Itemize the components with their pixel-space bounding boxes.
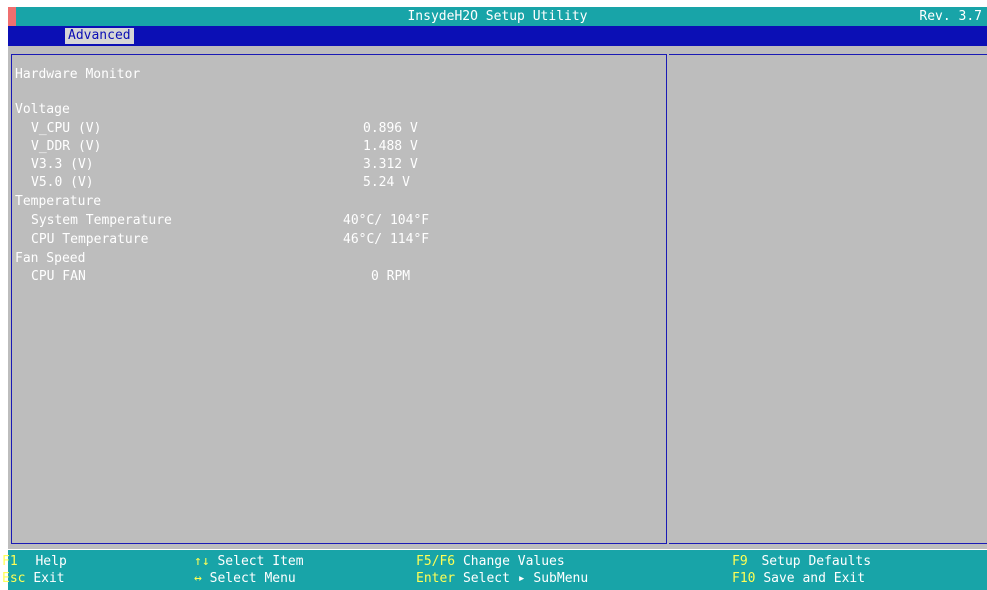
key-label: F5/F6 bbox=[416, 554, 456, 569]
key-help: F1 Help bbox=[2, 554, 67, 570]
section-heading-fan-speed: Fan Speed bbox=[15, 251, 86, 266]
section-heading-voltage: Voltage bbox=[15, 102, 70, 117]
menu-bar: Advanced bbox=[8, 26, 987, 46]
key-desc: Setup Defaults bbox=[761, 554, 872, 569]
item-label-system-temperature: System Temperature bbox=[31, 213, 172, 228]
key-desc: Select ▸ SubMenu bbox=[462, 571, 589, 586]
key-desc: Select Item bbox=[217, 554, 304, 569]
item-value-v-cpu: 0.896 V bbox=[363, 121, 418, 136]
arrow-up-down-icon: ↑↓ bbox=[194, 554, 210, 569]
revision-label: Rev. 3.7 bbox=[919, 9, 982, 24]
title-bar: InsydeH2O Setup Utility Rev. 3.7 bbox=[8, 7, 987, 26]
key-label: Enter bbox=[416, 571, 456, 586]
key-exit: Esc Exit bbox=[2, 571, 65, 587]
item-label-cpu-temperature: CPU Temperature bbox=[31, 232, 149, 247]
key-select-item: ↑↓ Select Item bbox=[194, 554, 304, 570]
title-marker bbox=[8, 7, 16, 26]
item-value-cpu-fan: 0 RPM bbox=[371, 269, 411, 284]
key-label: Esc bbox=[2, 571, 26, 586]
key-desc: Exit bbox=[33, 571, 65, 586]
key-label: F1 bbox=[2, 554, 18, 569]
help-panel bbox=[669, 54, 987, 544]
app-title: InsydeH2O Setup Utility bbox=[407, 9, 588, 24]
key-label: F10 bbox=[732, 571, 756, 586]
key-desc: Change Values bbox=[462, 554, 565, 569]
item-value-v-ddr: 1.488 V bbox=[363, 139, 418, 154]
key-desc: Help bbox=[35, 554, 67, 569]
settings-panel: Hardware Monitor Voltage V_CPU (V) 0.896… bbox=[11, 54, 667, 544]
item-label-v3-3: V3.3 (V) bbox=[31, 157, 94, 172]
section-heading-temperature: Temperature bbox=[15, 194, 102, 209]
page-title: Hardware Monitor bbox=[15, 67, 141, 82]
key-desc: Save and Exit bbox=[763, 571, 866, 586]
key-select-menu: ↔ Select Menu bbox=[194, 571, 296, 587]
item-label-v5-0: V5.0 (V) bbox=[31, 175, 94, 190]
key-select-submenu: Enter Select ▸ SubMenu bbox=[416, 571, 588, 587]
key-legend-bar: F1 Help Esc Exit ↑↓ Select Item ↔ Select… bbox=[2, 550, 987, 590]
item-label-cpu-fan: CPU FAN bbox=[31, 269, 86, 284]
item-value-v5-0: 5.24 V bbox=[363, 175, 410, 190]
key-setup-defaults: F9 Setup Defaults bbox=[732, 554, 871, 570]
key-label: F9 bbox=[732, 554, 748, 569]
tab-advanced[interactable]: Advanced bbox=[65, 28, 134, 44]
item-value-system-temperature: 40°C/ 104°F bbox=[343, 213, 430, 228]
key-save-exit: F10 Save and Exit bbox=[732, 571, 865, 587]
arrow-left-right-icon: ↔ bbox=[194, 571, 202, 586]
item-value-cpu-temperature: 46°C/ 114°F bbox=[343, 232, 430, 247]
item-label-v-ddr: V_DDR (V) bbox=[31, 139, 102, 154]
item-label-v-cpu: V_CPU (V) bbox=[31, 121, 102, 136]
main-area: Hardware Monitor Voltage V_CPU (V) 0.896… bbox=[8, 46, 987, 549]
item-value-v3-3: 3.312 V bbox=[363, 157, 418, 172]
key-change-values: F5/F6 Change Values bbox=[416, 554, 565, 570]
key-desc: Select Menu bbox=[209, 571, 296, 586]
